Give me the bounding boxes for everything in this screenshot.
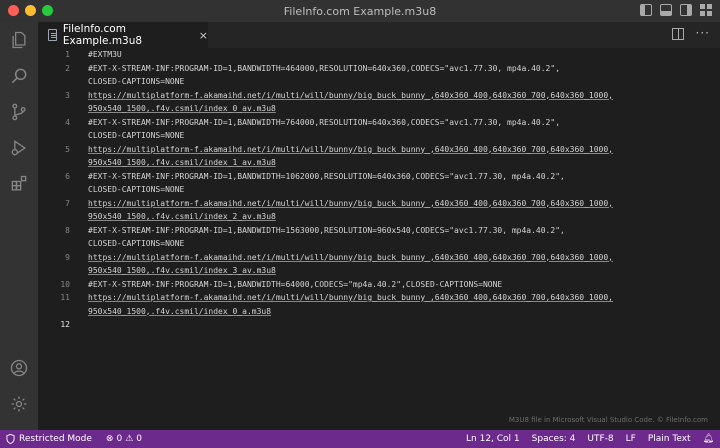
shield-icon xyxy=(6,434,15,444)
problems-indicator[interactable]: ⊗ 0 ⚠ 0 xyxy=(100,434,148,444)
code-line: CLOSED-CAPTIONS=NONE xyxy=(88,77,185,86)
activity-bar xyxy=(0,22,38,430)
search-icon[interactable] xyxy=(0,58,38,94)
code-line-url[interactable]: 950x540_1500,.f4v.csmil/index_3_av.m3u8 xyxy=(88,264,718,278)
line-number: 3 xyxy=(65,90,70,100)
language-mode[interactable]: Plain Text xyxy=(642,434,697,444)
code-line-url[interactable]: https://multiplatform-f.akamaihd.net/i/m… xyxy=(88,143,718,157)
close-icon[interactable]: × xyxy=(199,29,208,42)
restricted-mode-label: Restricted Mode xyxy=(19,434,92,444)
line-number: 12 xyxy=(60,320,70,329)
editor-actions: ··· xyxy=(671,27,710,40)
status-bar: Restricted Mode ⊗ 0 ⚠ 0 Ln 12, Col 1 Spa… xyxy=(0,430,720,448)
code-line: #EXT-X-STREAM-INF:PROGRAM-ID=1,BANDWIDTH… xyxy=(88,117,561,127)
code-line-url[interactable]: https://multiplatform-f.akamaihd.net/i/m… xyxy=(88,291,718,305)
code-line: #EXT-X-STREAM-INF:PROGRAM-ID=1,BANDWIDTH… xyxy=(88,171,565,181)
toggle-panel-icon[interactable] xyxy=(660,4,672,16)
code-line: CLOSED-CAPTIONS=NONE xyxy=(88,239,185,248)
code-line-url[interactable]: https://multiplatform-f.akamaihd.net/i/m… xyxy=(88,251,718,265)
settings-gear-icon[interactable] xyxy=(0,386,38,422)
layout-controls xyxy=(640,4,712,16)
extensions-icon[interactable] xyxy=(0,166,38,202)
line-number: 11 xyxy=(60,293,70,302)
code-line-url[interactable]: 950x540_1500,.f4v.csmil/index_0_a.m3u8 xyxy=(88,305,718,319)
line-number-wrap-spacer xyxy=(38,264,70,278)
tab-label: FileInfo.com Example.m3u8 xyxy=(62,23,143,47)
code-line: #EXT-X-STREAM-INF:PROGRAM-ID=1,BANDWIDTH… xyxy=(88,279,503,289)
code-area[interactable]: #EXTM3U #EXT-X-STREAM-INF:PROGRAM-ID=1,BA… xyxy=(88,48,718,332)
line-number: 6 xyxy=(65,171,70,181)
eol-setting[interactable]: LF xyxy=(620,434,642,444)
line-number-wrap-spacer xyxy=(38,102,70,116)
line-number: 5 xyxy=(65,144,70,154)
customize-layout-icon[interactable] xyxy=(700,4,712,16)
warning-count: 0 xyxy=(136,434,143,444)
line-number: 7 xyxy=(65,198,70,208)
code-line-url[interactable]: 950x540_1500,.f4v.csmil/index_2_av.m3u8 xyxy=(88,210,718,224)
file-icon xyxy=(48,29,57,41)
line-number-gutter: 1 2 3 4 5 6 7 8 9 10 11 12 xyxy=(38,48,70,332)
notifications-icon[interactable]: 🔔︎ xyxy=(697,434,720,444)
code-line-url[interactable]: 950x540_1500,.f4v.csmil/index_1_av.m3u8 xyxy=(88,156,718,170)
toggle-secondary-sidebar-icon[interactable] xyxy=(680,4,692,16)
line-number-wrap-spacer xyxy=(38,183,70,197)
line-number-wrap-spacer xyxy=(38,305,70,319)
code-line: #EXT-X-STREAM-INF:PROGRAM-ID=1,BANDWIDTH… xyxy=(88,225,565,235)
encoding-setting[interactable]: UTF-8 xyxy=(581,434,619,444)
editor-pane[interactable]: 1 2 3 4 5 6 7 8 9 10 11 12 #EXTM3U #EXT-X-STREAM-INF… xyxy=(38,48,720,430)
source-control-icon[interactable] xyxy=(0,94,38,130)
line-number: 1 xyxy=(65,50,70,59)
warning-icon: ⚠ xyxy=(125,434,134,444)
code-line-url[interactable]: 950x540_1500,.f4v.csmil/index_0_av.m3u8 xyxy=(88,102,718,116)
explorer-icon[interactable] xyxy=(0,22,38,58)
indentation-setting[interactable]: Spaces: 4 xyxy=(526,434,582,444)
run-debug-icon[interactable] xyxy=(0,130,38,166)
line-number-wrap-spacer xyxy=(38,237,70,251)
code-line-url[interactable]: https://multiplatform-f.akamaihd.net/i/m… xyxy=(88,197,718,211)
code-line: CLOSED-CAPTIONS=NONE xyxy=(88,185,185,194)
zoom-window-button[interactable] xyxy=(42,5,53,16)
more-actions-icon[interactable]: ··· xyxy=(696,27,710,40)
minimize-window-button[interactable] xyxy=(25,5,36,16)
title-bar: FileInfo.com Example.m3u8 xyxy=(0,0,720,22)
line-number-wrap-spacer xyxy=(38,156,70,170)
line-number: 4 xyxy=(65,117,70,127)
line-number-wrap-spacer xyxy=(38,210,70,224)
status-bar-right: Ln 12, Col 1 Spaces: 4 UTF-8 LF Plain Te… xyxy=(460,434,720,444)
watermark: M3U8 file in Microsoft Visual Studio Cod… xyxy=(508,416,708,424)
code-line: CLOSED-CAPTIONS=NONE xyxy=(88,131,185,140)
code-line: #EXT-X-STREAM-INF:PROGRAM-ID=1,BANDWIDTH… xyxy=(88,63,561,73)
window-title: FileInfo.com Example.m3u8 xyxy=(283,4,437,18)
code-line-url[interactable]: https://multiplatform-f.akamaihd.net/i/m… xyxy=(88,89,718,103)
account-icon[interactable] xyxy=(0,350,38,386)
activity-bar-bottom xyxy=(0,350,38,422)
line-number: 2 xyxy=(65,63,70,73)
line-number-wrap-spacer xyxy=(38,129,70,143)
cursor-position[interactable]: Ln 12, Col 1 xyxy=(460,434,526,444)
split-editor-icon[interactable] xyxy=(671,28,684,40)
line-number-wrap-spacer xyxy=(38,75,70,89)
error-icon: ⊗ xyxy=(105,434,114,444)
close-window-button[interactable] xyxy=(8,5,19,16)
tab-bar: FileInfo.com Example.m3u8 × ··· xyxy=(38,22,720,48)
line-number: 8 xyxy=(65,225,70,235)
error-count: 0 xyxy=(116,434,123,444)
line-number: 9 xyxy=(65,252,70,262)
window-controls xyxy=(8,5,53,16)
toggle-primary-sidebar-icon[interactable] xyxy=(640,4,652,16)
line-number: 10 xyxy=(60,279,70,289)
restricted-mode-indicator[interactable]: Restricted Mode xyxy=(0,430,100,448)
editor-tab[interactable]: FileInfo.com Example.m3u8 × xyxy=(38,22,208,48)
code-line: #EXTM3U xyxy=(88,50,122,59)
